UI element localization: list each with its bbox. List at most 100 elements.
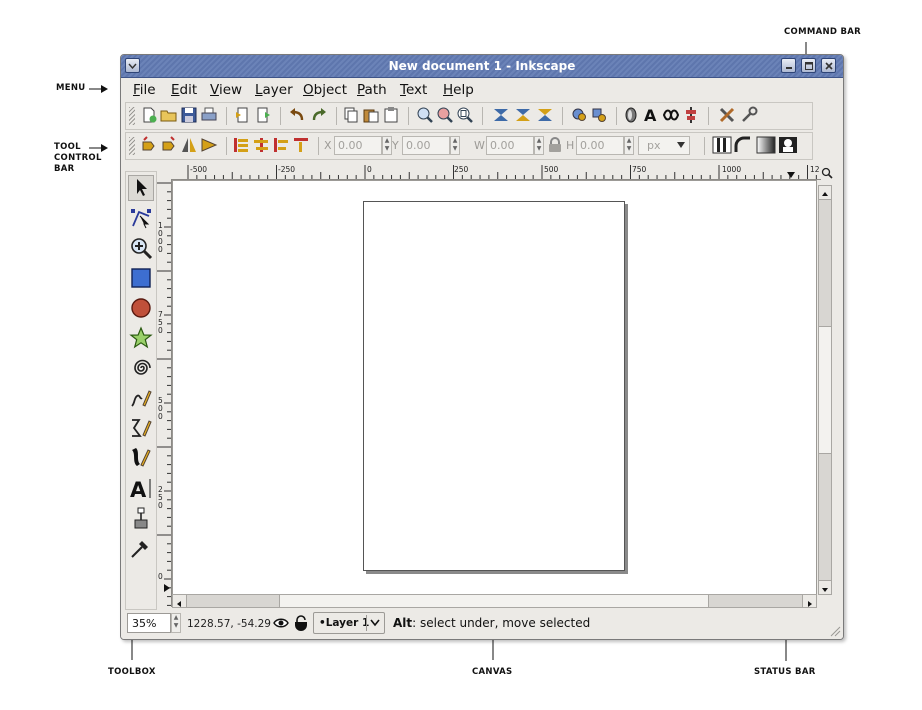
zoom-tool-icon[interactable]: [129, 236, 153, 260]
rotate-90-ccw-icon[interactable]: [140, 136, 158, 154]
zoom-selection-icon[interactable]: [416, 106, 434, 124]
undo-icon[interactable]: [288, 106, 306, 124]
unit-select[interactable]: px: [638, 136, 690, 155]
ellipse-tool-icon[interactable]: [129, 296, 153, 320]
fill-stroke-icon[interactable]: [622, 106, 640, 124]
document-properties-icon[interactable]: [740, 106, 758, 124]
annotation-tool-control-arrow: [89, 144, 108, 152]
scale-corners-icon[interactable]: [734, 136, 754, 154]
eye-visibility-icon[interactable]: [273, 615, 289, 631]
connector-tool-icon[interactable]: [129, 506, 153, 530]
layer-select[interactable]: •Layer 1: [313, 612, 385, 634]
x-field[interactable]: 0.00: [334, 136, 382, 155]
w-spinner[interactable]: ▲ ▼: [534, 136, 544, 155]
horizontal-ruler[interactable]: -500 -250 0 250 500 750 1000 12: [171, 165, 821, 180]
duplicate-icon[interactable]: [492, 106, 510, 124]
print-icon[interactable]: [200, 106, 218, 124]
lower-icon[interactable]: [272, 136, 290, 154]
rotate-90-cw-icon[interactable]: [160, 136, 178, 154]
rectangle-tool-icon[interactable]: [129, 266, 153, 290]
align-distribute-icon[interactable]: [682, 106, 700, 124]
menu-help[interactable]: Help: [443, 82, 474, 98]
pencil-tool-icon[interactable]: [129, 386, 153, 410]
menu-text[interactable]: Text: [400, 82, 427, 98]
horizontal-scroll-thumb[interactable]: [279, 595, 709, 607]
horizontal-scrollbar[interactable]: [172, 594, 817, 608]
paste-icon[interactable]: [362, 106, 380, 124]
scale-stroke-icon[interactable]: [712, 136, 732, 154]
save-icon[interactable]: [180, 106, 198, 124]
copy-icon[interactable]: [342, 106, 360, 124]
vertical-scrollbar[interactable]: [818, 185, 832, 595]
scroll-up-button[interactable]: [819, 186, 831, 200]
zoom-drawing-icon[interactable]: [436, 106, 454, 124]
vertical-scroll-thumb[interactable]: [819, 326, 831, 454]
export-icon[interactable]: [254, 106, 272, 124]
calligraphy-tool-icon[interactable]: [129, 446, 153, 470]
star-tool-icon[interactable]: [129, 326, 153, 350]
x-spinner[interactable]: ▲ ▼: [382, 136, 392, 155]
open-icon[interactable]: [160, 106, 178, 124]
scroll-left-button[interactable]: [173, 595, 187, 607]
canvas[interactable]: [172, 180, 817, 595]
lock-icon[interactable]: [546, 136, 564, 154]
scroll-right-button[interactable]: [802, 595, 816, 607]
menu-file[interactable]: File: [133, 82, 156, 98]
flip-vertical-icon[interactable]: [200, 136, 218, 154]
transform-pattern-icon[interactable]: [778, 136, 798, 154]
document-page[interactable]: [363, 201, 625, 571]
ungroup-icon[interactable]: [590, 106, 608, 124]
spiral-tool-icon[interactable]: [129, 356, 153, 380]
window-title: New document 1 - Inkscape: [388, 59, 576, 73]
command-bar-grip[interactable]: [129, 107, 135, 125]
hruler-label: 1000: [722, 165, 742, 174]
maximize-icon: [804, 61, 813, 70]
y-spinner[interactable]: ▲ ▼: [450, 136, 460, 155]
flip-horizontal-icon[interactable]: [180, 136, 198, 154]
annotation-menu-arrow: [89, 85, 108, 93]
node-tool-icon[interactable]: [129, 206, 153, 230]
vertical-ruler[interactable]: 1000 750 500 250 0: [157, 179, 172, 607]
pen-tool-icon[interactable]: [129, 416, 153, 440]
clone-icon[interactable]: [514, 106, 532, 124]
dropper-tool-icon[interactable]: [129, 536, 153, 560]
transform-gradient-icon[interactable]: [756, 136, 776, 154]
tool-control-grip[interactable]: [129, 137, 135, 155]
h-field[interactable]: 0.00: [576, 136, 624, 155]
menu-edit[interactable]: Edit: [171, 82, 197, 98]
import-icon[interactable]: [234, 106, 252, 124]
raise-to-top-icon[interactable]: [232, 136, 250, 154]
scroll-down-button[interactable]: [819, 580, 831, 594]
paste-in-place-icon[interactable]: [382, 106, 400, 124]
menu-layer[interactable]: Layer: [255, 82, 293, 98]
redo-icon[interactable]: [310, 106, 328, 124]
y-field[interactable]: 0.00: [402, 136, 450, 155]
new-document-icon[interactable]: [140, 106, 158, 124]
maximize-button[interactable]: [801, 58, 816, 73]
preferences-icon[interactable]: [718, 106, 736, 124]
menu-path[interactable]: Path: [357, 82, 387, 98]
menu-object[interactable]: Object: [303, 82, 347, 98]
w-field[interactable]: 0.00: [486, 136, 534, 155]
selector-tool-icon[interactable]: [128, 175, 154, 201]
zoom-page-icon[interactable]: [456, 106, 474, 124]
zoom-spinner[interactable]: ▲ ▼: [171, 613, 181, 633]
text-tool-icon[interactable]: A: [129, 476, 153, 500]
unlink-clone-icon[interactable]: [536, 106, 554, 124]
zoom-corner-icon[interactable]: [821, 167, 833, 179]
ruler-pointer-icon: [787, 172, 795, 178]
menu-view[interactable]: View: [210, 82, 242, 98]
group-icon[interactable]: [570, 106, 588, 124]
xml-editor-icon[interactable]: [662, 106, 680, 124]
lock-layer-icon[interactable]: [293, 615, 309, 631]
raise-icon[interactable]: [252, 136, 270, 154]
minimize-button[interactable]: [781, 58, 796, 73]
resize-grip-icon[interactable]: [829, 625, 841, 637]
h-spinner[interactable]: ▲ ▼: [624, 136, 634, 155]
arrow-down-icon: [822, 588, 828, 592]
lower-to-bottom-icon[interactable]: [292, 136, 310, 154]
close-button[interactable]: [821, 58, 836, 73]
zoom-field[interactable]: 35%: [127, 613, 171, 633]
text-font-icon[interactable]: A: [642, 106, 660, 124]
title-bar[interactable]: New document 1 - Inkscape: [121, 55, 843, 78]
